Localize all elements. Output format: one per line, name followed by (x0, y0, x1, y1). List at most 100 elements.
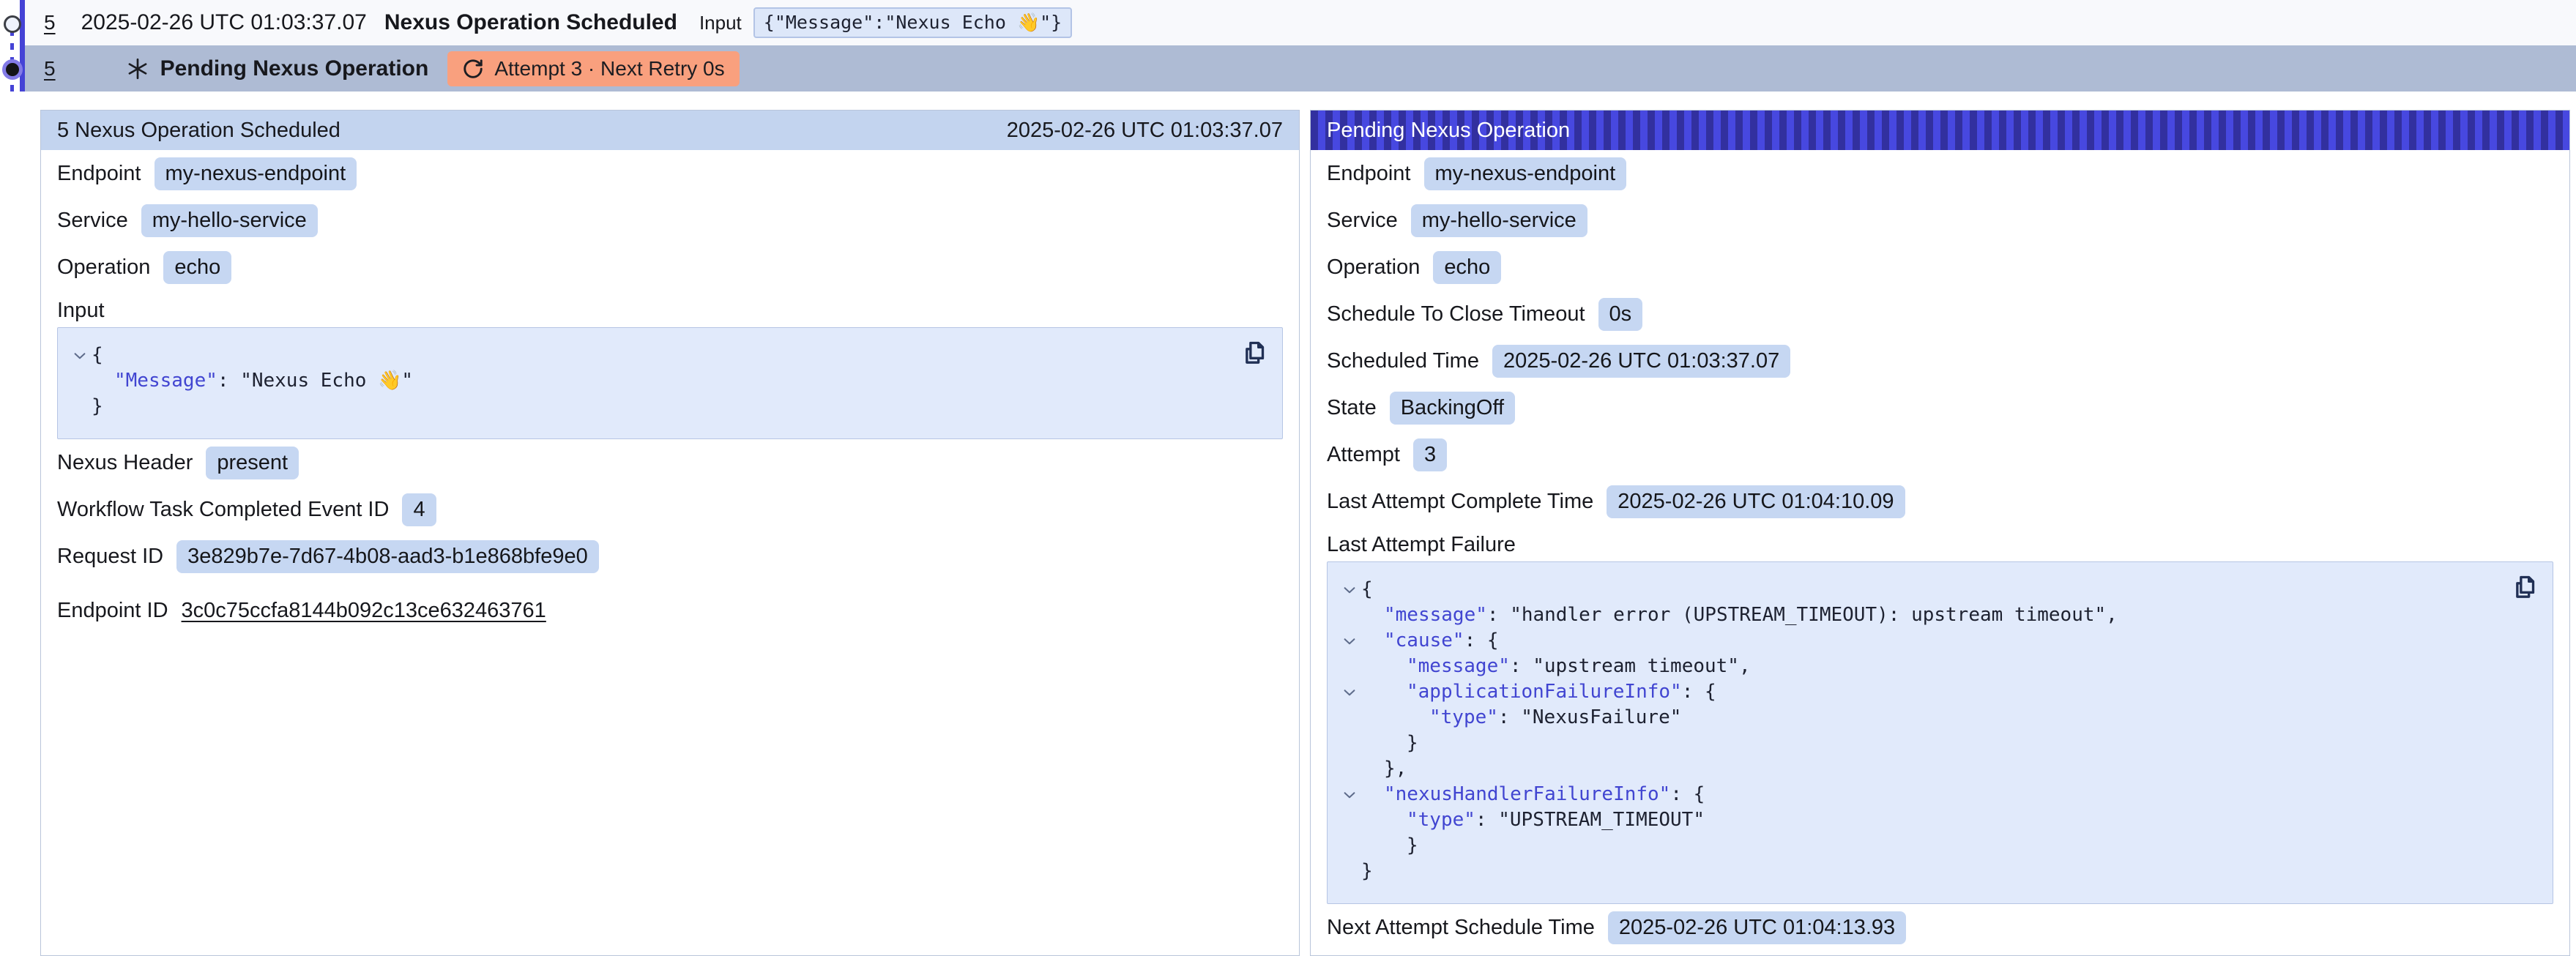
pending-field-operation: Operation echo (1327, 244, 2553, 291)
event-id-link[interactable]: 5 (44, 11, 56, 34)
field-operation: Operation echo (57, 244, 1283, 291)
event-detail-panels: 5 Nexus Operation Scheduled 2025-02-26 U… (0, 110, 2576, 956)
pending-field-endpoint-label: Endpoint (1327, 162, 1411, 186)
pending-field-state: State BackingOff (1327, 384, 2553, 431)
field-wtc-event-id-value-badge: 4 (402, 493, 436, 526)
endpoint-id-link[interactable]: 3c0c75ccfa8144b092c13ce632463761 (182, 599, 546, 623)
copy-input-button[interactable] (1238, 337, 1269, 367)
collapse-chevron-icon[interactable] (68, 343, 92, 368)
pending-field-next-attempt-schedule-time: Next Attempt Schedule Time 2025-02-26 UT… (1327, 904, 2553, 951)
field-endpoint-label: Endpoint (57, 162, 141, 186)
event-input-preview-badge: {"Message":"Nexus Echo 👋"} (753, 7, 1072, 38)
json-code-text: "type": "NexusFailure" (1361, 705, 1681, 731)
pending-field-attempt: Attempt 3 (1327, 431, 2553, 478)
json-code-text: "message": "upstream timeout", (1361, 654, 1751, 679)
json-code-text: } (1361, 833, 1418, 859)
scheduled-panel-timestamp: 2025-02-26 UTC 01:03:37.07 (1007, 119, 1283, 143)
pending-field-schedule-to-close-timeout: Schedule To Close Timeout 0s (1327, 291, 2553, 337)
collapse-chevron-icon[interactable] (1338, 782, 1361, 807)
pending-field-service-value-badge: my-hello-service (1411, 204, 1587, 237)
retry-icon (462, 58, 484, 80)
field-request-id: Request ID 3e829b7e-7d67-4b08-aad3-b1e86… (57, 533, 1283, 580)
last-attempt-failure-label: Last Attempt Failure (1327, 533, 1516, 557)
code-gutter (68, 368, 92, 394)
pending-panel-title: Pending Nexus Operation (1327, 119, 1570, 143)
collapse-chevron-icon[interactable] (1338, 679, 1361, 705)
pending-nexus-operation-panel: Pending Nexus Operation Endpoint my-nexu… (1310, 110, 2570, 956)
pending-field-stc-timeout-label: Schedule To Close Timeout (1327, 302, 1585, 326)
field-service-label: Service (57, 209, 128, 233)
pending-field-operation-value-badge: echo (1433, 251, 1501, 284)
json-code-line: }, (1338, 756, 2538, 782)
json-code-line: "type": "NexusFailure" (1338, 705, 2538, 731)
json-code-line: "cause": { (1338, 628, 2538, 654)
code-gutter (1338, 859, 1361, 884)
collapse-chevron-icon[interactable] (1338, 628, 1361, 654)
scheduled-panel-body: Endpoint my-nexus-endpoint Service my-he… (41, 150, 1299, 634)
last-attempt-failure-label-row: Last Attempt Failure (1327, 528, 2553, 561)
pending-field-scheduled-time-label: Scheduled Time (1327, 349, 1479, 373)
json-code-text: "cause": { (1361, 628, 1499, 654)
pending-nexus-operation-row[interactable]: 5 Pending Nexus Operation Attempt 3 · Ne… (25, 45, 2576, 92)
input-section-label: Input (57, 299, 105, 323)
json-code-line: "applicationFailureInfo": { (1338, 679, 2538, 705)
nexus-operation-scheduled-panel: 5 Nexus Operation Scheduled 2025-02-26 U… (40, 110, 1300, 956)
collapse-chevron-icon[interactable] (1338, 577, 1361, 602)
json-code-line: { (1338, 577, 2538, 602)
field-endpoint: Endpoint my-nexus-endpoint (57, 150, 1283, 197)
pending-field-next-attempt-label: Next Attempt Schedule Time (1327, 916, 1595, 940)
json-code-line: "type": "UPSTREAM_TIMEOUT" (1338, 807, 2538, 833)
json-code-text: } (1361, 731, 1418, 756)
pending-field-attempt-value-badge: 3 (1413, 438, 1447, 471)
pending-field-state-value-badge: BackingOff (1390, 392, 1515, 425)
pending-field-scheduled-time-value-badge: 2025-02-26 UTC 01:03:37.07 (1492, 345, 1790, 378)
json-code-text: } (1361, 859, 1373, 884)
event-input-label: Input (699, 12, 742, 34)
code-gutter (1338, 731, 1361, 756)
pending-row-title: Pending Nexus Operation (160, 56, 429, 81)
code-gutter (68, 394, 92, 419)
field-endpoint-value-badge: my-nexus-endpoint (155, 157, 357, 190)
json-code-text: "applicationFailureInfo": { (1361, 679, 1716, 705)
event-row-nexus-operation-scheduled[interactable]: 5 2025-02-26 UTC 01:03:37.07 Nexus Opera… (25, 0, 2576, 45)
field-nexus-header-value-badge: present (206, 447, 299, 479)
pending-event-id-link[interactable]: 5 (44, 57, 56, 81)
timeline-pending-dot-icon (2, 59, 23, 80)
event-history-rows: 5 2025-02-26 UTC 01:03:37.07 Nexus Opera… (0, 0, 2576, 92)
json-code-line: "nexusHandlerFailureInfo": { (1338, 782, 2538, 807)
event-input-json: {"Message": "Nexus Echo 👋"} (68, 343, 1267, 419)
failure-json: {"message": "handler error (UPSTREAM_TIM… (1338, 577, 2538, 884)
event-timestamp: 2025-02-26 UTC 01:03:37.07 (81, 10, 367, 35)
code-gutter (1338, 807, 1361, 833)
last-attempt-failure-json-block: {"message": "handler error (UPSTREAM_TIM… (1327, 561, 2553, 904)
field-request-id-value-badge: 3e829b7e-7d67-4b08-aad3-b1e868bfe9e0 (176, 540, 599, 573)
input-section-label-row: Input (57, 294, 1283, 327)
timeline-event-dot-icon (4, 15, 21, 33)
attempt-retry-label: Attempt 3 · Next Retry 0s (494, 57, 724, 81)
json-code-line: { (68, 343, 1267, 368)
pending-field-attempt-label: Attempt (1327, 443, 1400, 467)
json-code-text: "nexusHandlerFailureInfo": { (1361, 782, 1705, 807)
json-code-text: }, (1361, 756, 1407, 782)
field-wtc-event-id-label: Workflow Task Completed Event ID (57, 498, 389, 522)
attempt-retry-badge[interactable]: Attempt 3 · Next Retry 0s (447, 51, 739, 86)
field-nexus-header-label: Nexus Header (57, 451, 193, 475)
pending-panel-body: Endpoint my-nexus-endpoint Service my-he… (1311, 150, 2569, 951)
json-code-line: "Message": "Nexus Echo 👋" (68, 368, 1267, 394)
scheduled-panel-header: 5 Nexus Operation Scheduled 2025-02-26 U… (41, 111, 1299, 150)
pending-field-stc-timeout-value-badge: 0s (1598, 298, 1643, 331)
json-code-text: { (92, 343, 103, 368)
pending-field-lac-time-label: Last Attempt Complete Time (1327, 490, 1593, 514)
json-code-line: } (1338, 833, 2538, 859)
code-gutter (1338, 654, 1361, 679)
pending-field-service: Service my-hello-service (1327, 197, 2553, 244)
json-code-line: } (1338, 731, 2538, 756)
copy-failure-button[interactable] (2509, 571, 2539, 602)
scheduled-panel-title: 5 Nexus Operation Scheduled (57, 119, 340, 143)
json-code-text: "type": "UPSTREAM_TIMEOUT" (1361, 807, 1705, 833)
code-gutter (1338, 756, 1361, 782)
pending-asterisk-icon (125, 56, 150, 81)
code-gutter (1338, 833, 1361, 859)
field-workflow-task-completed-event-id: Workflow Task Completed Event ID 4 (57, 486, 1283, 533)
copy-icon (1239, 337, 1268, 367)
